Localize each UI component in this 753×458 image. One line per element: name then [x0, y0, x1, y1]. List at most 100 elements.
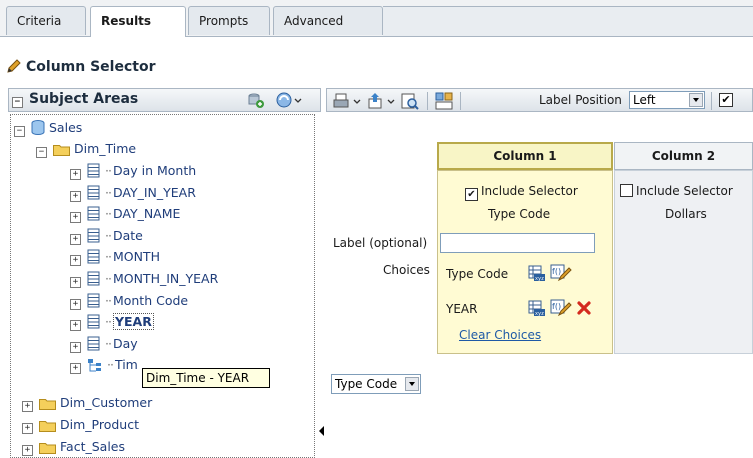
tab-results[interactable]: Results [90, 6, 186, 37]
export-menu-icon[interactable] [367, 92, 397, 110]
label-optional-input[interactable] [440, 233, 595, 253]
tree-node-dim-product[interactable]: + Dim_Product [22, 415, 139, 435]
splitter-collapse-icon[interactable] [319, 426, 325, 436]
tree-node-label: Dim_Product [60, 417, 139, 432]
expand-icon[interactable]: + [22, 445, 33, 456]
tree-node-label: Day [112, 336, 138, 351]
tree-node-column[interactable]: + ·· Day [70, 334, 138, 354]
tree-node-column[interactable]: + ·· MONTH_IN_YEAR [70, 269, 218, 289]
tree-node-label: Dim_Customer [60, 395, 153, 410]
tree-node-label: Tim [114, 357, 138, 372]
tree-node-label: MONTH_IN_YEAR [112, 271, 219, 286]
refresh-menu-icon[interactable] [275, 91, 303, 110]
expand-icon[interactable]: + [70, 234, 81, 245]
tree-connector: ·· [105, 228, 112, 243]
tree-connector: ·· [105, 249, 112, 264]
expand-icon[interactable]: + [70, 363, 81, 374]
expand-icon[interactable]: + [70, 299, 81, 310]
collapse-icon[interactable]: − [12, 97, 23, 108]
tree-node-label: Fact_Sales [60, 439, 125, 454]
expand-icon[interactable]: + [70, 342, 81, 353]
collapse-icon[interactable]: − [14, 126, 25, 137]
tree-node-label: Month Code [112, 293, 189, 308]
tab-prompts-label: Prompts [199, 14, 249, 28]
toolbar-checkbox[interactable]: ✔ [719, 93, 733, 107]
choice-label: YEAR [446, 302, 478, 316]
expand-icon[interactable]: + [22, 423, 33, 434]
tree-node-column[interactable]: + ·· Day in Month [70, 161, 196, 181]
tree-node-dim-time[interactable]: − Dim_Time [36, 139, 136, 159]
collapse-icon[interactable]: − [36, 147, 47, 158]
chevron-down-icon [689, 93, 703, 107]
tree-node-column[interactable]: + ·· Date [70, 226, 143, 246]
tree-node-column[interactable]: + ·· Month Code [70, 291, 188, 311]
tree-connector: ·· [105, 163, 112, 178]
label-position-select[interactable]: Left [629, 91, 705, 109]
column2-include-label: Include Selector [636, 184, 733, 198]
column-icon [87, 206, 100, 221]
edit-formula-icon[interactable]: f() [550, 263, 572, 282]
tree-node-fact-sales[interactable]: + Fact_Sales [22, 437, 125, 457]
choices-label: Choices [383, 263, 430, 277]
subject-areas-title: − Subject Areas [12, 91, 138, 108]
expand-icon[interactable]: + [70, 277, 81, 288]
label-optional-label: Label (optional) [333, 236, 428, 250]
tree-node-label: DAY_NAME [112, 206, 181, 221]
tab-criteria-label: Criteria [17, 14, 62, 28]
preview-icon[interactable] [401, 92, 419, 110]
choice-item[interactable]: YEAR [446, 302, 477, 316]
column-selector-preview-dropdown[interactable]: Type Code [331, 374, 421, 394]
column2-include-selector[interactable]: Include Selector [620, 184, 733, 198]
pencil-icon [7, 59, 21, 73]
tab-criteria[interactable]: Criteria [6, 6, 86, 35]
label-position-value: Left [633, 93, 656, 107]
expand-icon[interactable]: + [70, 169, 81, 180]
column2-header[interactable]: Column 2 [614, 142, 753, 170]
expand-icon[interactable]: + [70, 212, 81, 223]
column-formula-icon[interactable]: xyz [528, 264, 546, 282]
expand-icon[interactable]: + [70, 320, 81, 331]
tree-node-dim-customer[interactable]: + Dim_Customer [22, 393, 152, 413]
choice-item[interactable]: Type Code [446, 267, 508, 281]
folder-icon [39, 399, 56, 410]
tree-connector: ·· [105, 185, 112, 200]
tab-advanced[interactable]: Advanced [273, 6, 383, 35]
tab-prompts[interactable]: Prompts [188, 6, 270, 35]
column2-include-checkbox[interactable] [620, 184, 633, 197]
edit-formula-icon[interactable]: f() [550, 298, 572, 317]
delete-icon[interactable] [576, 300, 592, 316]
view-properties-icon[interactable] [435, 92, 453, 110]
column1-include-checkbox[interactable]: ✔ [465, 188, 478, 201]
tree-node-sales[interactable]: − Sales [14, 118, 82, 138]
tree-node-column[interactable]: + ·· MONTH [70, 247, 160, 267]
column-icon [87, 293, 100, 308]
column-icon [87, 314, 100, 329]
expand-icon[interactable]: + [70, 191, 81, 202]
expand-icon[interactable]: + [22, 401, 33, 412]
tree-node-column[interactable]: + ·· YEAR [70, 312, 154, 332]
folder-icon [53, 145, 70, 156]
tooltip: Dim_Time - YEAR [142, 368, 270, 388]
expand-icon[interactable]: + [70, 255, 81, 266]
tree-node-column[interactable]: + ·· Tim [70, 355, 138, 375]
column-icon [87, 228, 100, 243]
tree-node-label: Dim_Time [74, 141, 137, 156]
print-menu-icon[interactable] [333, 92, 363, 110]
choice-label: Type Code [446, 267, 509, 281]
toolbar-separator [460, 92, 461, 110]
folder-icon [39, 421, 56, 432]
column-formula-icon[interactable]: xyz [528, 299, 546, 317]
column-selector-preview-value: Type Code [335, 377, 398, 391]
tab-advanced-label: Advanced [284, 14, 344, 28]
svg-text:xyz: xyz [535, 311, 544, 317]
add-subject-area-icon[interactable] [247, 92, 265, 109]
clear-choices-link[interactable]: Clear Choices [459, 328, 541, 342]
column-icon [87, 271, 100, 286]
column2-name: Dollars [665, 207, 707, 221]
column1-include-selector[interactable]: ✔ Include Selector [465, 184, 578, 201]
tree-node-column[interactable]: + ·· DAY_NAME [70, 204, 180, 224]
tree-node-column[interactable]: + ·· DAY_IN_YEAR [70, 183, 196, 203]
column1-header[interactable]: Column 1 [437, 142, 613, 170]
tree-connector: ·· [107, 357, 114, 372]
page-title-text: Column Selector [26, 59, 156, 75]
